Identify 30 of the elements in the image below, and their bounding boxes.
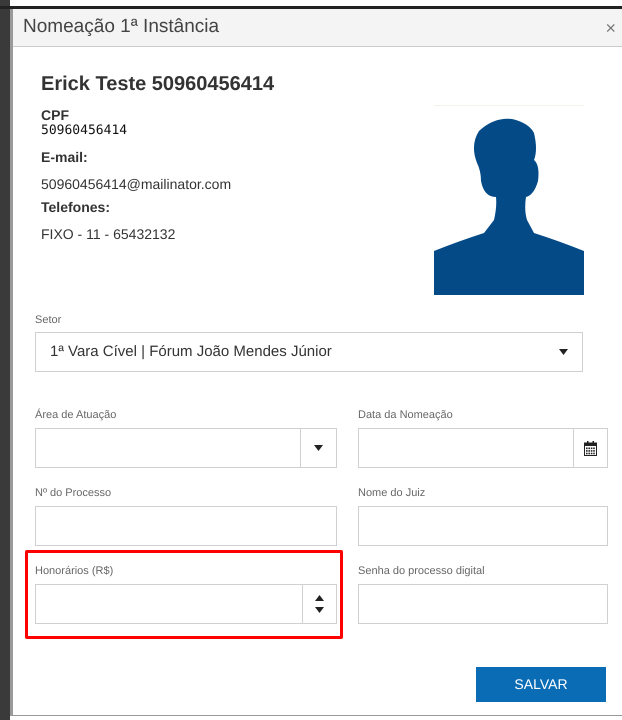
detail-label: CPF xyxy=(41,107,70,123)
person-name: Erick Teste 50960456414 xyxy=(41,72,274,97)
input-field[interactable] xyxy=(358,506,608,546)
dialog-title: Nomeação 1ª Instância xyxy=(23,15,220,40)
detail-value: 50960456414@mailinator.com xyxy=(41,175,232,193)
date-field[interactable] xyxy=(358,428,608,468)
dropdown-value: 1ª Vara Cível | Fórum João Mendes Júnior xyxy=(50,342,332,362)
save-button[interactable]: SALVAR xyxy=(476,667,606,702)
detail-label: E-mail: xyxy=(41,149,89,165)
field-label: Data da Nomeação xyxy=(358,408,454,422)
field-label: Senha do processo digital xyxy=(358,564,486,578)
caret-up-icon xyxy=(315,595,324,601)
caret-down-icon xyxy=(315,607,324,613)
close-button[interactable]: × xyxy=(601,18,620,36)
field-label: Setor xyxy=(35,313,62,327)
caret-down-icon xyxy=(559,349,568,355)
input-field[interactable] xyxy=(35,584,337,624)
detail-value: FIXO - 11 - 65432132 xyxy=(41,225,176,243)
input-field[interactable] xyxy=(35,506,337,546)
field-label: Honorários (R$) xyxy=(35,564,114,578)
field-label: Nº do Processo xyxy=(35,486,112,500)
dropdown-field[interactable] xyxy=(35,428,337,468)
detail-label: Telefones: xyxy=(41,199,111,215)
calendar-icon xyxy=(584,440,597,456)
detail-value: 50960456414 xyxy=(41,123,128,139)
field-label: Nome do Juiz xyxy=(358,486,426,500)
dropdown-field[interactable]: 1ª Vara Cível | Fórum João Mendes Júnior xyxy=(35,332,583,372)
field-label: Área de Atuação xyxy=(35,408,118,422)
caret-down-icon xyxy=(314,445,323,451)
input-field[interactable] xyxy=(358,584,608,624)
